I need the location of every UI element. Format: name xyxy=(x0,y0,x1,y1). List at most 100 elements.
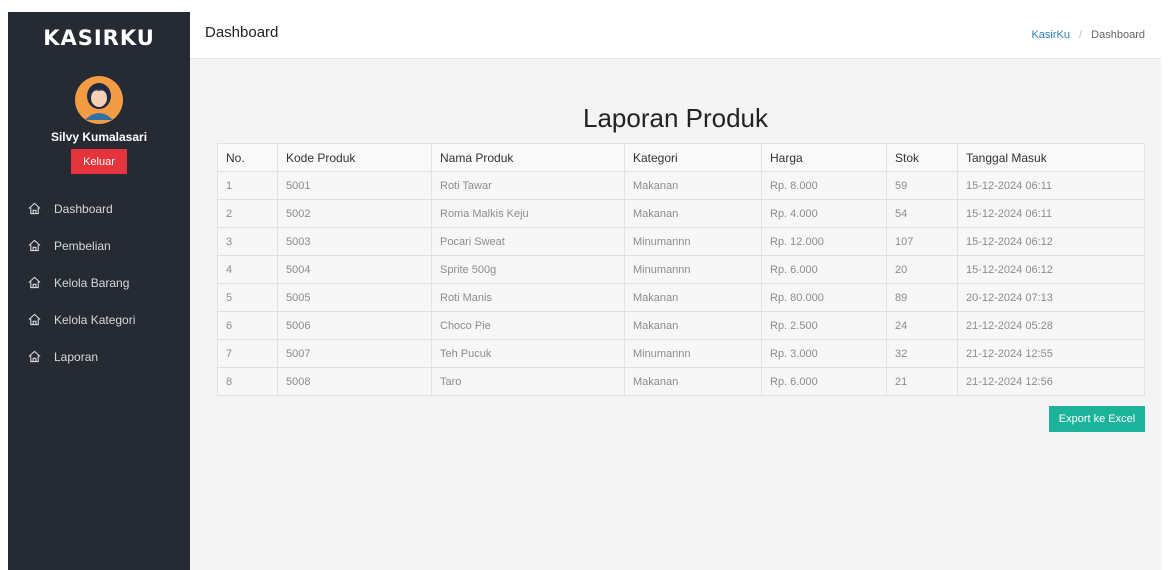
table-cell: 5 xyxy=(217,283,278,312)
table-cell: Choco Pie xyxy=(431,311,625,340)
table-cell: Roti Manis xyxy=(431,283,625,312)
column-header: Kode Produk xyxy=(277,143,432,172)
table-cell: 32 xyxy=(886,339,958,368)
home-icon xyxy=(28,350,41,363)
table-cell: 5005 xyxy=(277,283,432,312)
table-cell: 20-12-2024 07:13 xyxy=(957,283,1145,312)
table-row: 4 5004 Sprite 500g Minumannn Rp. 6.000 20 15-1… xyxy=(217,255,1145,284)
table-cell: Taro xyxy=(431,367,625,396)
top-bar: Dashboard KasirKu / Dashboard xyxy=(190,12,1161,59)
sidebar-item-label: Kelola Kategori xyxy=(54,312,136,327)
page-title: Dashboard xyxy=(205,23,279,41)
column-header: Nama Produk xyxy=(431,143,625,172)
table-cell: Makanan xyxy=(624,311,762,340)
user-name: Silvy Kumalasari xyxy=(50,130,148,144)
sidebar-item-label: Laporan xyxy=(54,349,99,364)
table-cell: Sprite 500g xyxy=(431,255,625,284)
table-cell: 21 xyxy=(886,367,958,396)
table-cell: Rp. 6.000 xyxy=(761,255,887,284)
table-row: 7 5007 Teh Pucuk Minumannn Rp. 3.000 32 21-12-… xyxy=(217,339,1145,368)
table-cell: 7 xyxy=(217,339,278,368)
product-report-table: No. Kode Produk Nama Produk Kategori Har… xyxy=(217,143,1145,396)
table-cell: Makanan xyxy=(624,367,762,396)
sidebar-item-label: Kelola Barang xyxy=(54,275,130,290)
avatar xyxy=(75,76,123,124)
table-row: 6 5006 Choco Pie Makanan Rp. 2.500 24 21-12-20… xyxy=(217,311,1145,340)
table-cell: 5001 xyxy=(277,171,432,200)
table-cell: Minumannn xyxy=(624,255,762,284)
table-row: 5 5005 Roti Manis Makanan Rp. 80.000 89 20-12-… xyxy=(217,283,1145,312)
breadcrumb-current: Dashboard xyxy=(1091,29,1145,41)
column-header: Harga xyxy=(761,143,887,172)
sidebar: KASIRKU Silvy Kumalasari Keluar Dashboar… xyxy=(8,12,190,570)
sidebar-item-label: Pembelian xyxy=(54,238,111,253)
table-cell: Makanan xyxy=(624,199,762,228)
breadcrumb-separator: / xyxy=(1079,29,1083,41)
table-cell: 24 xyxy=(886,311,958,340)
sidebar-item-laporan[interactable]: Laporan xyxy=(8,338,190,375)
table-cell: 5004 xyxy=(277,255,432,284)
table-cell: Rp. 6.000 xyxy=(761,367,887,396)
table-cell: Makanan xyxy=(624,171,762,200)
table-cell: Makanan xyxy=(624,283,762,312)
table-cell: 4 xyxy=(217,255,278,284)
table-row: 3 5003 Pocari Sweat Minumannn Rp. 12.000 107 1… xyxy=(217,227,1145,256)
report-title: Laporan Produk xyxy=(582,103,769,133)
table-cell: Rp. 4.000 xyxy=(761,199,887,228)
table-cell: Rp. 8.000 xyxy=(761,171,887,200)
home-icon xyxy=(28,239,41,252)
sidebar-item-label: Dashboard xyxy=(54,201,113,216)
sidebar-item-kelola-barang[interactable]: Kelola Barang xyxy=(8,264,190,301)
table-cell: 59 xyxy=(886,171,958,200)
table-cell: 1 xyxy=(217,171,278,200)
table-cell: 21-12-2024 12:56 xyxy=(957,367,1145,396)
user-panel: Silvy Kumalasari Keluar xyxy=(8,76,190,174)
table-cell: Minumannn xyxy=(624,339,762,368)
table-cell: 20 xyxy=(886,255,958,284)
table-cell: Pocari Sweat xyxy=(431,227,625,256)
column-header: Kategori xyxy=(624,143,762,172)
logout-button[interactable]: Keluar xyxy=(71,149,127,174)
home-icon xyxy=(28,313,41,326)
table-header-row: No. Kode Produk Nama Produk Kategori Har… xyxy=(217,143,1145,172)
table-cell: 21-12-2024 12:55 xyxy=(957,339,1145,368)
table-cell: 107 xyxy=(886,227,958,256)
home-icon xyxy=(28,202,41,215)
table-cell: Minumannn xyxy=(624,227,762,256)
table-cell: 89 xyxy=(886,283,958,312)
breadcrumb: KasirKu / Dashboard xyxy=(1031,29,1161,41)
table-cell: Rp. 2.500 xyxy=(761,311,887,340)
sidebar-item-pembelian[interactable]: Pembelian xyxy=(8,227,190,264)
table-cell: 15-12-2024 06:11 xyxy=(957,199,1145,228)
main-content: Laporan Produk No. Kode Produk Nama Prod… xyxy=(190,59,1161,570)
table-cell: Rp. 3.000 xyxy=(761,339,887,368)
brand-logo[interactable]: KASIRKU xyxy=(8,12,190,64)
table-cell: 5003 xyxy=(277,227,432,256)
sidebar-menu: Dashboard Pembelian Kelola Barang Kelola… xyxy=(8,190,190,375)
home-icon xyxy=(28,276,41,289)
table-cell: 15-12-2024 06:12 xyxy=(957,227,1145,256)
table-row: 1 5001 Roti Tawar Makanan Rp. 8.000 59 15-12-2… xyxy=(217,171,1145,200)
table-cell: Roti Tawar xyxy=(431,171,625,200)
table-cell: 6 xyxy=(217,311,278,340)
table-row: 8 5008 Taro Makanan Rp. 6.000 21 21-12-2024 12… xyxy=(217,367,1145,396)
table-cell: 3 xyxy=(217,227,278,256)
table-cell: 2 xyxy=(217,199,278,228)
table-cell: 21-12-2024 05:28 xyxy=(957,311,1145,340)
column-header: No. xyxy=(217,143,278,172)
table-cell: Teh Pucuk xyxy=(431,339,625,368)
sidebar-item-dashboard[interactable]: Dashboard xyxy=(8,190,190,227)
breadcrumb-home-link[interactable]: KasirKu xyxy=(1031,29,1070,41)
table-cell: 5002 xyxy=(277,199,432,228)
export-excel-button[interactable]: Export ke Excel xyxy=(1049,406,1145,432)
column-header: Tanggal Masuk xyxy=(957,143,1145,172)
table-cell: 5006 xyxy=(277,311,432,340)
table-cell: 15-12-2024 06:11 xyxy=(957,171,1145,200)
table-cell: 5007 xyxy=(277,339,432,368)
table-cell: 54 xyxy=(886,199,958,228)
table-body: 1 5001 Roti Tawar Makanan Rp. 8.000 59 15-12-2… xyxy=(217,171,1145,396)
sidebar-item-kelola-kategori[interactable]: Kelola Kategori xyxy=(8,301,190,338)
table-cell: Rp. 12.000 xyxy=(761,227,887,256)
table-cell: 5008 xyxy=(277,367,432,396)
table-cell: 15-12-2024 06:12 xyxy=(957,255,1145,284)
